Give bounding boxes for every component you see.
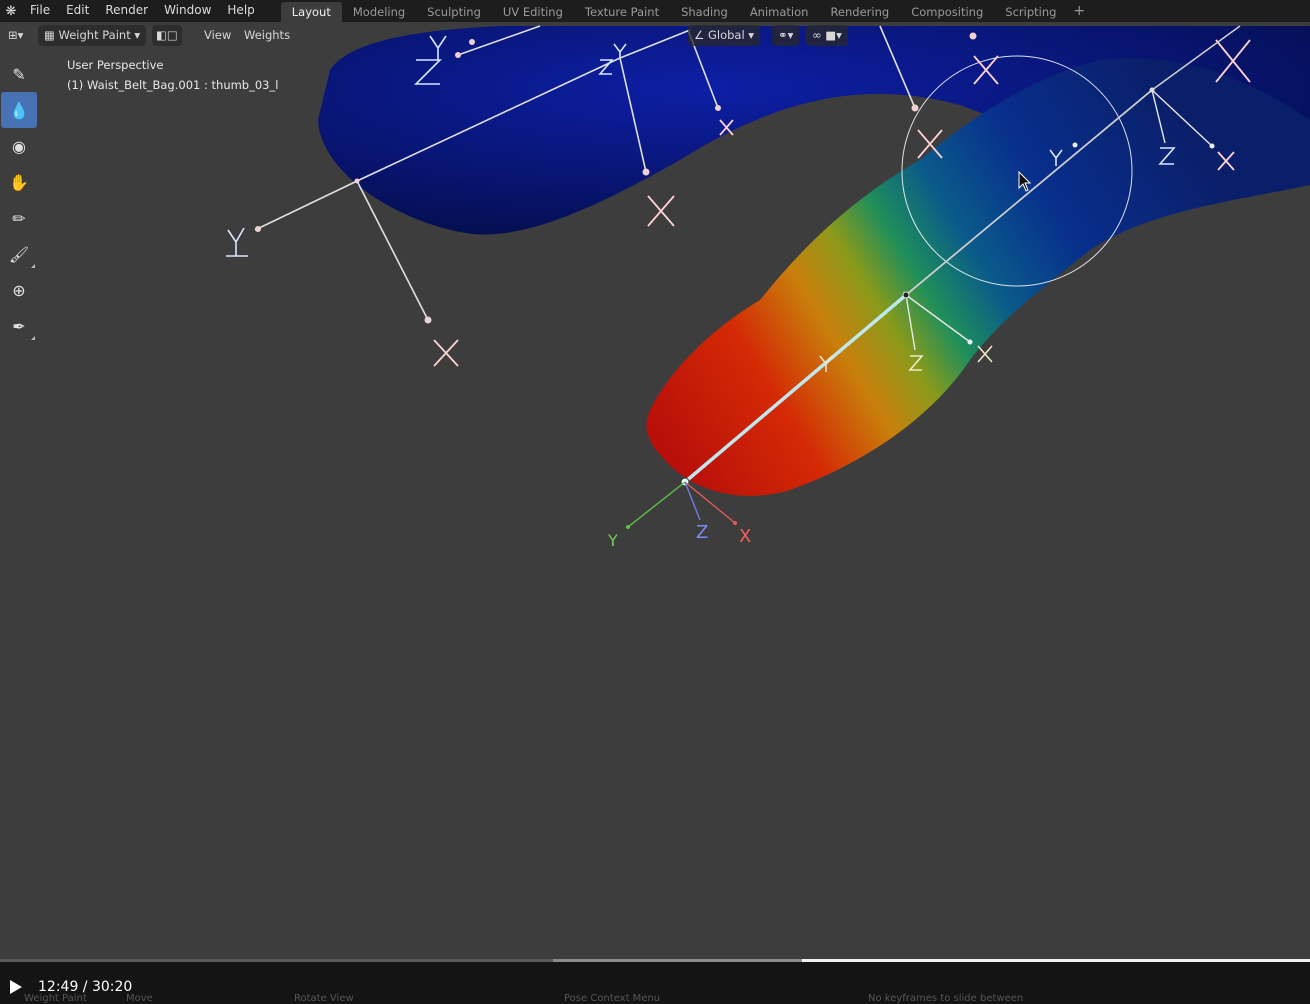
xray-toggle[interactable]: ◧□ [152,25,182,46]
tool-shelf: ✎ 💧 ◉ ✋ ✏ 🖌 ⊕ ✒ [0,56,38,344]
orientation-label: Global [707,28,745,42]
view-perspective-label: User Perspective [67,58,164,72]
editor-type-button[interactable]: ⊞▾ [2,25,29,46]
average-brush-icon[interactable]: ◉ [0,128,38,164]
status-item: No keyframes to slide between [868,993,1024,1004]
gizmo-z-label: Z [696,522,708,543]
progress-played [0,959,553,962]
blur-brush-icon[interactable]: 💧 [1,92,37,128]
viewport-3d[interactable]: Y Z X [0,0,1310,960]
annotate-icon[interactable]: ✒ [0,308,38,344]
menu-view[interactable]: View [198,25,237,46]
snap-toggle[interactable]: ∞ ■▾ [806,25,848,46]
mode-selector[interactable]: ▦ Weight Paint ▾ [38,25,147,46]
draw-brush-icon[interactable]: ✎ [0,56,38,92]
viewport-header: ⊞▾ ▦ Weight Paint ▾ ◧□ View Weights ∠ Gl… [0,24,1310,48]
pivot-dropdown[interactable]: ⚭▾ [772,25,800,46]
progress-buffered [802,959,1310,962]
status-item: Pose Context Menu [564,993,661,1004]
gradient-icon[interactable]: 🖌 [0,236,38,272]
sample-weight-icon[interactable]: ✏ [0,200,38,236]
status-item: Rotate View [294,993,354,1004]
status-item: Move [126,993,153,1004]
smear-brush-icon[interactable]: ✋ [0,164,38,200]
weight-paint-icon: ▦ [44,28,55,42]
object-info-label: (1) Waist_Belt_Bag.001 : thumb_03_l [67,78,279,92]
cursor-icon[interactable]: ⊕ [0,272,38,308]
status-item: Weight Paint [24,993,87,1004]
status-bar: Weight Paint Move Rotate View Pose Conte… [0,993,1310,1004]
play-icon[interactable] [10,980,22,994]
orientation-dropdown[interactable]: ∠ Global ▾ [688,25,761,46]
mode-label: Weight Paint [58,28,131,42]
gizmo-x-label: X [739,526,751,547]
menu-weights[interactable]: Weights [238,25,296,46]
orientation-icon: ∠ [694,28,705,42]
progress-bar[interactable] [0,959,1310,962]
gizmo-y-label: Y [607,531,618,550]
